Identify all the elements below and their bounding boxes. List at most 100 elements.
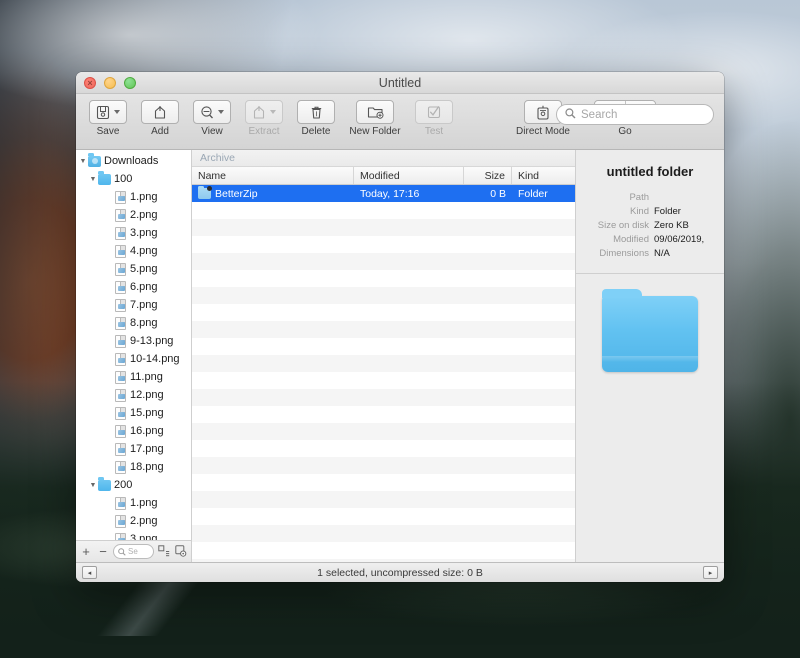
tree-item[interactable]: 3.png xyxy=(76,224,191,242)
tree-item[interactable]: 7.png xyxy=(76,296,191,314)
column-header-size[interactable]: Size xyxy=(464,167,512,184)
disclosure-triangle-icon[interactable]: ▼ xyxy=(78,158,88,165)
remove-item-button[interactable]: − xyxy=(96,545,110,558)
file-rows[interactable]: BetterZip Today, 17:16 0 B Folder xyxy=(192,185,575,562)
tree-item[interactable]: 11.png xyxy=(76,368,191,386)
tree-item[interactable]: 17.png xyxy=(76,440,191,458)
save-button[interactable]: Save xyxy=(86,100,130,137)
tree-item[interactable]: 10-14.png xyxy=(76,350,191,368)
tree-item[interactable]: 16.png xyxy=(76,422,191,440)
png-file-icon xyxy=(114,460,127,474)
tree-item[interactable]: ▼ 200 xyxy=(76,476,191,494)
empty-row xyxy=(192,270,575,287)
betterzip-window[interactable]: × Untitled Save Add View Extract Delete … xyxy=(76,72,724,582)
png-file-icon xyxy=(114,442,127,456)
table-row[interactable]: BetterZip Today, 17:16 0 B Folder xyxy=(192,185,575,202)
inspector-key: Path xyxy=(629,192,649,203)
tree-item-label: 18.png xyxy=(130,461,164,473)
view-icon xyxy=(200,105,214,120)
empty-row xyxy=(192,304,575,321)
tree-item-label: 17.png xyxy=(130,443,164,455)
add-item-button[interactable]: + xyxy=(79,545,93,558)
tree-item[interactable]: 5.png xyxy=(76,260,191,278)
folder-icon xyxy=(98,173,111,186)
tree-item[interactable]: 12.png xyxy=(76,386,191,404)
sidebar-footer[interactable]: + − Se xyxy=(76,540,191,562)
png-file-icon xyxy=(114,280,127,294)
png-file-icon xyxy=(114,496,127,510)
png-file-icon xyxy=(114,190,127,204)
add-icon xyxy=(153,105,167,120)
search-field[interactable]: Search xyxy=(556,104,714,125)
column-header-name[interactable]: Name xyxy=(192,167,354,184)
disclosure-triangle-icon[interactable]: ▼ xyxy=(88,176,98,183)
inspector-key: Size on disk xyxy=(597,220,649,231)
tree-item[interactable]: 3.png xyxy=(76,530,191,540)
delete-label: Delete xyxy=(301,126,331,137)
file-tree[interactable]: ▼ Downloads ▼ 100 1.png 2.png 3.png 4.png 5.png 6… xyxy=(76,150,191,540)
downloads-folder-icon xyxy=(88,155,101,168)
archive-path-bar[interactable]: Archive xyxy=(192,150,575,167)
tree-item[interactable]: 2.png xyxy=(76,512,191,530)
inspector-value: Zero KB xyxy=(654,220,689,231)
empty-row xyxy=(192,406,575,423)
split-view-icon[interactable] xyxy=(157,544,171,559)
new-folder-button[interactable]: New Folder xyxy=(346,100,404,137)
large-folder-icon xyxy=(602,288,698,372)
tree-item[interactable]: 6.png xyxy=(76,278,191,296)
sidebar[interactable]: ▼ Downloads ▼ 100 1.png 2.png 3.png 4.png 5.png 6… xyxy=(76,150,192,562)
direct-mode-label: Direct Mode xyxy=(516,126,570,137)
empty-row xyxy=(192,202,575,219)
new-folder-icon xyxy=(367,105,384,119)
divider xyxy=(576,273,724,274)
tree-item[interactable]: 8.png xyxy=(76,314,191,332)
add-button[interactable]: Add xyxy=(138,100,182,137)
tree-item[interactable]: 15.png xyxy=(76,404,191,422)
chevron-down-icon[interactable] xyxy=(218,110,224,114)
empty-row xyxy=(192,491,575,508)
png-file-icon xyxy=(114,334,127,348)
title-bar[interactable]: × Untitled xyxy=(76,72,724,94)
column-header-kind[interactable]: Kind xyxy=(512,167,575,184)
add-label: Add xyxy=(151,126,169,137)
tree-item[interactable]: 9-13.png xyxy=(76,332,191,350)
toolbar[interactable]: Save Add View Extract Delete New Folder … xyxy=(76,94,724,150)
tree-item[interactable]: 1.png xyxy=(76,188,191,206)
preview-icon[interactable] xyxy=(174,544,188,559)
inspector-key: Modified xyxy=(613,234,649,245)
save-label: Save xyxy=(96,126,120,137)
sidebar-search-input[interactable]: Se xyxy=(113,544,154,559)
disclosure-triangle-icon[interactable]: ▼ xyxy=(88,482,98,489)
chevron-down-icon[interactable] xyxy=(114,110,120,114)
tree-item[interactable]: ▼ Downloads xyxy=(76,152,191,170)
tree-item[interactable]: 18.png xyxy=(76,458,191,476)
trash-icon xyxy=(310,105,323,120)
column-headers[interactable]: Name Modified Size Kind xyxy=(192,167,575,185)
delete-button[interactable]: Delete xyxy=(294,100,338,137)
save-icon xyxy=(96,105,110,120)
empty-row xyxy=(192,372,575,389)
search-icon xyxy=(118,545,126,558)
extract-button: Extract xyxy=(242,100,286,137)
cell-name: BetterZip xyxy=(215,187,258,200)
view-button[interactable]: View xyxy=(190,100,234,137)
toggle-left-pane-button[interactable]: ◂ xyxy=(82,566,97,579)
file-list[interactable]: Archive Name Modified Size Kind BetterZi… xyxy=(192,150,576,562)
empty-row xyxy=(192,440,575,457)
test-icon xyxy=(427,105,441,119)
png-file-icon xyxy=(114,352,127,366)
new-folder-label: New Folder xyxy=(349,126,401,137)
tree-item[interactable]: ▼ 100 xyxy=(76,170,191,188)
tree-item[interactable]: 4.png xyxy=(76,242,191,260)
empty-row xyxy=(192,508,575,525)
window-body: ▼ Downloads ▼ 100 1.png 2.png 3.png 4.png 5.png 6… xyxy=(76,150,724,562)
tree-item[interactable]: 1.png xyxy=(76,494,191,512)
tree-item-label: 4.png xyxy=(130,245,158,257)
tree-item-label: 2.png xyxy=(130,209,158,221)
toggle-right-pane-button[interactable]: ▸ xyxy=(703,566,718,579)
png-file-icon xyxy=(114,514,127,528)
empty-row xyxy=(192,525,575,542)
tree-item-label: 6.png xyxy=(130,281,158,293)
tree-item[interactable]: 2.png xyxy=(76,206,191,224)
column-header-modified[interactable]: Modified xyxy=(354,167,464,184)
